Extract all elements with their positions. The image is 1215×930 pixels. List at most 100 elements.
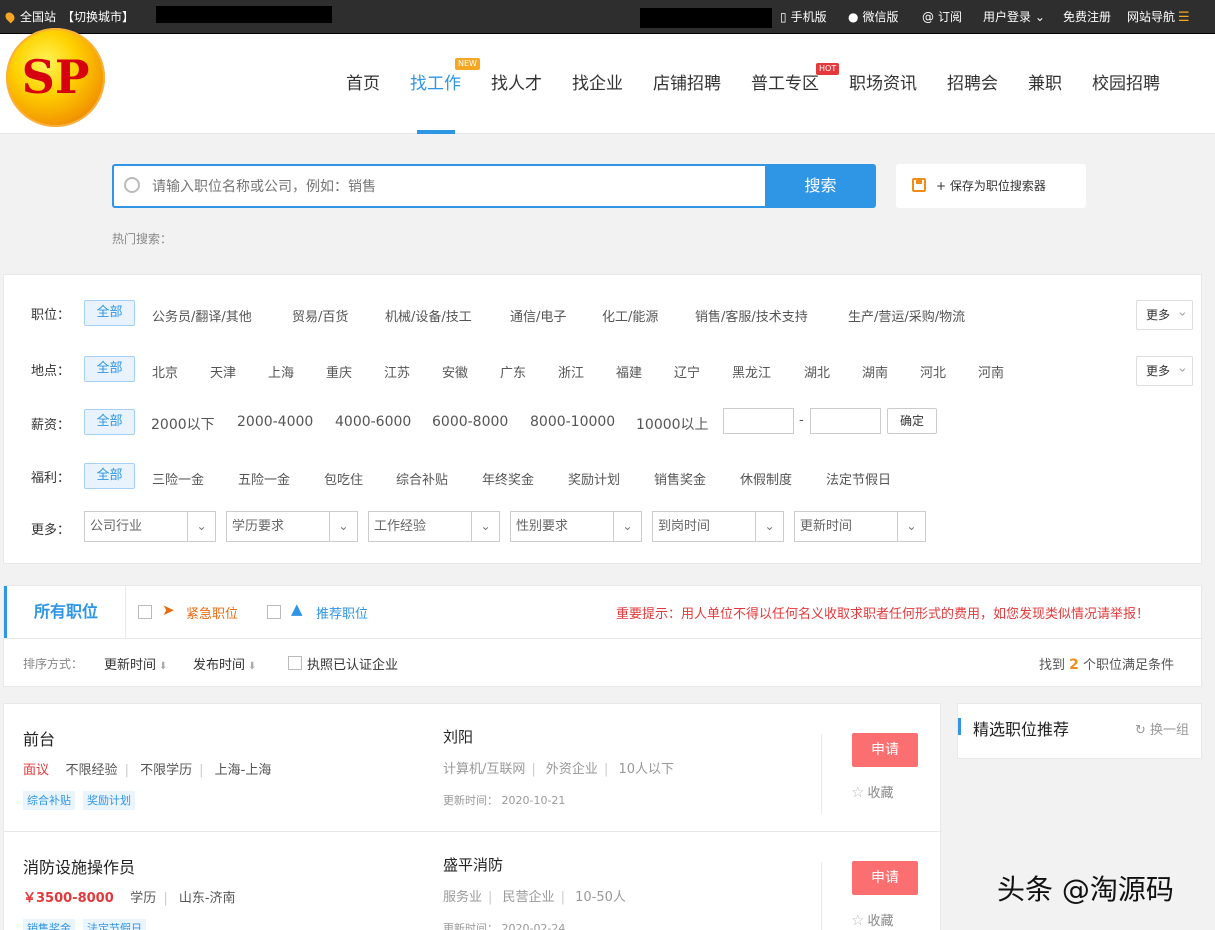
apply-button[interactable]: 申请 xyxy=(852,733,918,767)
location-option[interactable]: 河北 xyxy=(920,362,946,381)
location-option[interactable]: 广东 xyxy=(500,362,526,381)
location-option[interactable]: 福建 xyxy=(616,362,642,381)
position-option[interactable]: 贸易/百货 xyxy=(292,306,348,325)
location-option[interactable]: 上海 xyxy=(268,362,294,381)
subscribe-label: 订阅 xyxy=(938,10,963,24)
nav-campus[interactable]: 校园招聘 xyxy=(1092,34,1160,134)
urgent-jobs-label[interactable]: 紧急职位 xyxy=(186,603,238,622)
licensed-label[interactable]: 执照已认证企业 xyxy=(307,654,398,673)
search-button[interactable]: 搜索 xyxy=(765,164,876,208)
position-option[interactable]: 销售/客服/技术支持 xyxy=(695,306,808,325)
job-item: 前台 面议 不限经验 | 不限学历 | 上海-上海 综合补贴 奖励计划 刘阳 计算机/… xyxy=(4,704,942,831)
education-select[interactable]: 学历要求 ⌄ xyxy=(226,511,358,542)
tab-all-jobs[interactable]: 所有职位 xyxy=(4,586,126,638)
location-option[interactable]: 湖南 xyxy=(862,362,888,381)
salary-option[interactable]: 2000以下 xyxy=(151,414,215,434)
site-logo[interactable]: SP xyxy=(6,28,105,127)
location-option[interactable]: 安徽 xyxy=(442,362,468,381)
recommend-checkbox[interactable] xyxy=(267,605,281,619)
arrival-time-select[interactable]: 到岗时间 ⌄ xyxy=(652,511,784,542)
job-title[interactable]: 消防设施操作员 xyxy=(23,854,135,878)
welfare-tag: 综合补贴 xyxy=(23,791,75,810)
found-suffix: 个职位满足条件 xyxy=(1083,658,1175,673)
recommended-jobs-label[interactable]: 推荐职位 xyxy=(316,603,368,622)
login-label: 用户登录 xyxy=(983,10,1032,24)
location-all-option[interactable]: 全部 xyxy=(84,356,135,382)
welfare-option[interactable]: 综合补贴 xyxy=(396,469,448,488)
location-option[interactable]: 重庆 xyxy=(326,362,352,381)
nav-job-fair[interactable]: 招聘会 xyxy=(947,34,998,134)
favorite-button[interactable]: ☆ 收藏 xyxy=(851,910,893,929)
nav-home[interactable]: 首页 xyxy=(346,34,380,134)
welfare-option[interactable]: 五险一金 xyxy=(238,469,290,488)
nav-store-recruit[interactable]: 店铺招聘 xyxy=(653,34,721,134)
site-nav-link[interactable]: 网站导航 ☰ xyxy=(1127,0,1190,34)
position-option[interactable]: 机械/设备/技工 xyxy=(385,306,472,325)
sort-by-publish[interactable]: 发布时间 ⬇ xyxy=(193,654,256,673)
welfare-option[interactable]: 三险一金 xyxy=(152,469,204,488)
industry-select[interactable]: 公司行业 ⌄ xyxy=(84,511,216,542)
job-item: 消防设施操作员 ￥3500-8000 学历 | 山东-济南 销售奖金 法定节假日 盛… xyxy=(4,831,942,930)
welfare-all-option[interactable]: 全部 xyxy=(84,463,135,489)
company-type: 民营企业 xyxy=(502,890,555,905)
swap-group-button[interactable]: ↻ 换一组 xyxy=(1135,719,1189,738)
position-more-button[interactable]: 更多 xyxy=(1136,300,1193,330)
licensed-checkbox[interactable] xyxy=(288,656,302,670)
location-option[interactable]: 北京 xyxy=(152,362,178,381)
position-option[interactable]: 生产/营运/采购/物流 xyxy=(848,306,965,325)
gender-select[interactable]: 性别要求 ⌄ xyxy=(510,511,642,542)
nav-find-talent[interactable]: 找人才 xyxy=(491,34,542,134)
register-link[interactable]: 免费注册 xyxy=(1063,0,1111,34)
job-experience: 不限经验 xyxy=(65,763,118,778)
salary-all-option[interactable]: 全部 xyxy=(84,409,135,435)
wechat-version-link[interactable]: ● 微信版 xyxy=(848,0,899,34)
position-option[interactable]: 通信/电子 xyxy=(510,306,566,325)
search-input[interactable] xyxy=(152,174,752,200)
location-option[interactable]: 黑龙江 xyxy=(732,362,771,381)
company-name[interactable]: 刘阳 xyxy=(443,726,473,747)
salary-option[interactable]: 8000-10000 xyxy=(530,414,615,430)
salary-option[interactable]: 6000-8000 xyxy=(432,414,508,430)
nav-find-job[interactable]: 找工作 xyxy=(410,34,461,134)
welfare-option[interactable]: 法定节假日 xyxy=(826,469,891,488)
section-marker xyxy=(958,718,961,735)
location-option[interactable]: 湖北 xyxy=(804,362,830,381)
location-option[interactable]: 江苏 xyxy=(384,362,410,381)
update-time-select[interactable]: 更新时间 ⌄ xyxy=(794,511,926,542)
location-option[interactable]: 浙江 xyxy=(558,362,584,381)
salary-option[interactable]: 10000以上 xyxy=(636,414,709,434)
position-option[interactable]: 化工/能源 xyxy=(602,306,658,325)
nav-career-news[interactable]: 职场资讯 xyxy=(849,34,917,134)
nav-find-company[interactable]: 找企业 xyxy=(572,34,623,134)
welfare-option[interactable]: 休假制度 xyxy=(740,469,792,488)
salary-confirm-button[interactable]: 确定 xyxy=(887,408,937,434)
mobile-version-link[interactable]: ▯ 手机版 xyxy=(780,0,827,34)
welfare-option[interactable]: 销售奖金 xyxy=(654,469,706,488)
welfare-option[interactable]: 年终奖金 xyxy=(482,469,534,488)
company-size: 10-50人 xyxy=(575,890,626,905)
apply-button[interactable]: 申请 xyxy=(852,861,918,895)
welfare-option[interactable]: 包吃住 xyxy=(324,469,363,488)
salary-min-input[interactable] xyxy=(723,408,794,434)
location-option[interactable]: 河南 xyxy=(978,362,1004,381)
location-option[interactable]: 辽宁 xyxy=(674,362,700,381)
salary-option[interactable]: 4000-6000 xyxy=(335,414,411,430)
salary-max-input[interactable] xyxy=(810,408,881,434)
job-title[interactable]: 前台 xyxy=(23,726,55,750)
location-option[interactable]: 天津 xyxy=(210,362,236,381)
favorite-button[interactable]: ☆ 收藏 xyxy=(851,782,893,801)
nav-general-worker[interactable]: 普工专区 xyxy=(751,34,819,134)
welfare-option[interactable]: 奖励计划 xyxy=(568,469,620,488)
user-login-dropdown[interactable]: 用户登录 ⌄ xyxy=(983,0,1045,34)
position-option[interactable]: 公务员/翻译/其他 xyxy=(152,306,252,325)
location-more-button[interactable]: 更多 xyxy=(1136,356,1193,386)
salary-option[interactable]: 2000-4000 xyxy=(237,414,313,430)
sort-by-update[interactable]: 更新时间 ⬇ xyxy=(104,654,167,673)
subscribe-link[interactable]: @ 订阅 xyxy=(922,0,962,34)
save-search-button[interactable]: + 保存为职位搜索器 xyxy=(896,164,1086,208)
company-name[interactable]: 盛平消防 xyxy=(443,854,503,875)
experience-select[interactable]: 工作经验 ⌄ xyxy=(368,511,500,542)
position-all-option[interactable]: 全部 xyxy=(84,300,135,326)
nav-part-time[interactable]: 兼职 xyxy=(1028,34,1062,134)
urgent-checkbox[interactable] xyxy=(138,605,152,619)
